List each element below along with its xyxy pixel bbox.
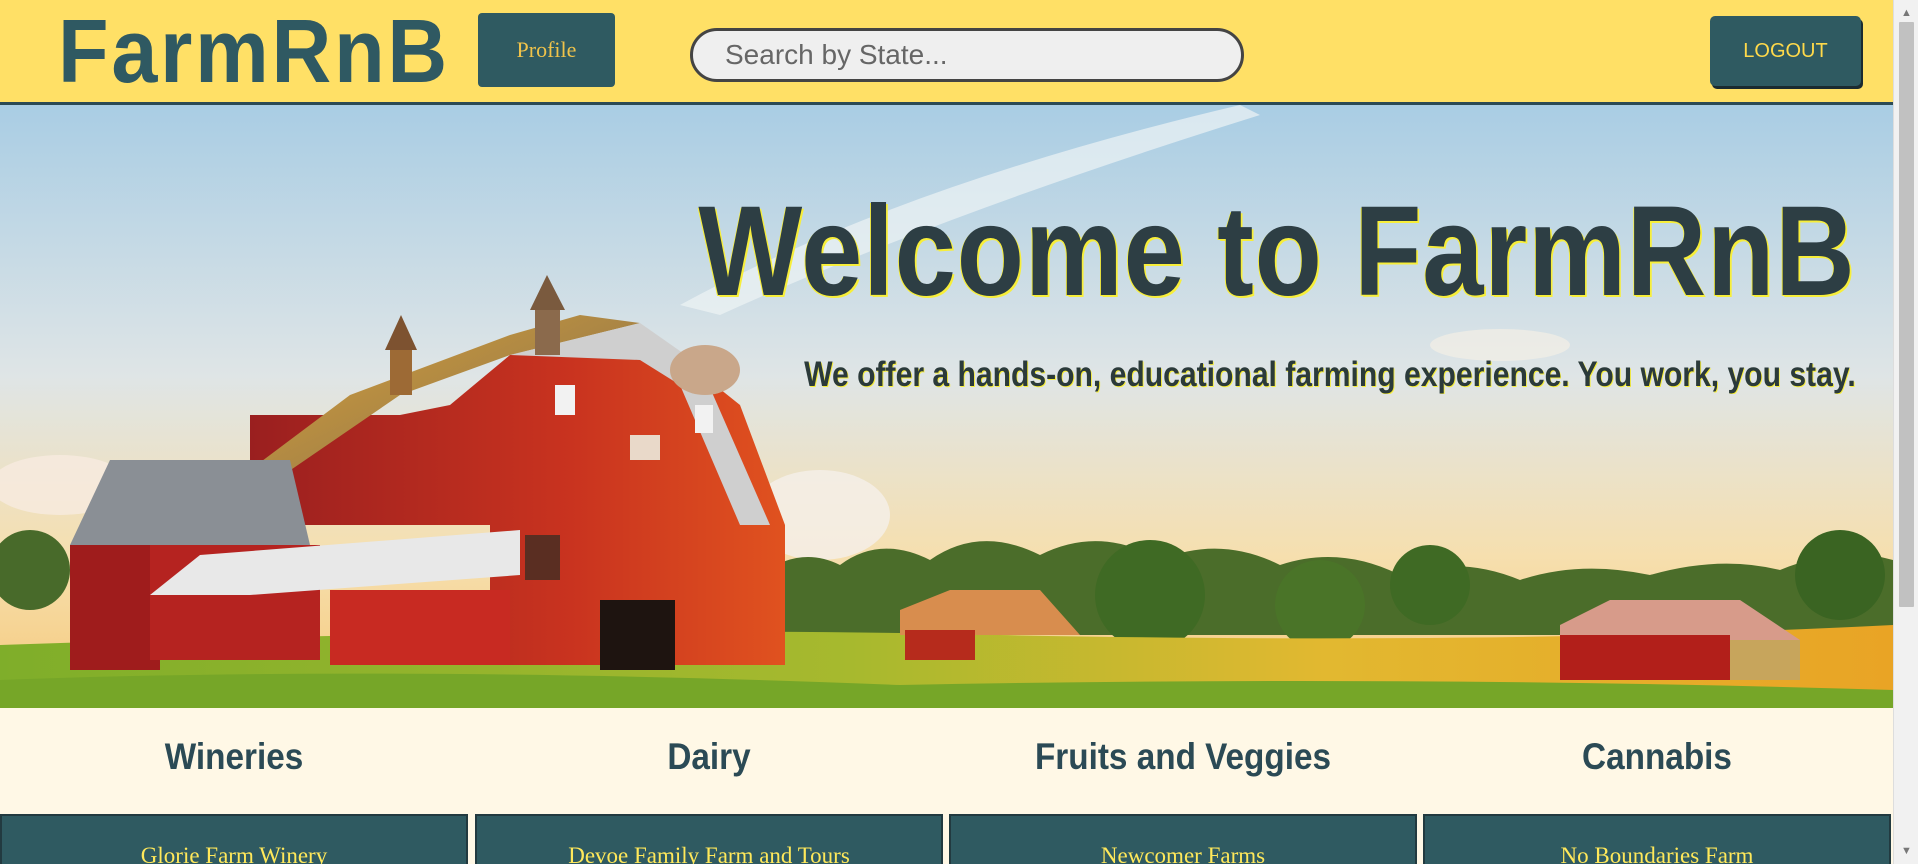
farm-card-name: Devoe Family Farm and Tours [568,843,850,864]
scrollbar-thumb[interactable] [1899,22,1914,607]
farm-card[interactable]: No Boundaries Farm [1423,814,1891,864]
search-box [690,28,1244,82]
category-section: Wineries Glorie Farm Winery Dairy Devoe … [0,708,1893,864]
farm-card-name: Newcomer Farms [1100,843,1266,864]
farm-card[interactable]: Glorie Farm Winery [0,814,468,864]
farm-card-name: No Boundaries Farm [1560,843,1754,864]
category-title: Wineries [164,736,304,777]
triangle-down-icon[interactable]: ▼ [1894,840,1918,862]
category-title: Dairy [667,736,751,777]
farm-card-name: Glorie Farm Winery [140,843,328,864]
vertical-scrollbar[interactable]: ▲ ▼ [1893,0,1918,864]
category-column-wineries: Wineries Glorie Farm Winery [0,708,468,864]
hero-banner: Welcome to FarmRnB We offer a hands-on, … [0,105,1893,708]
category-title: Cannabis [1582,736,1732,777]
triangle-up-icon[interactable]: ▲ [1894,2,1918,24]
farm-card[interactable]: Devoe Family Farm and Tours [475,814,943,864]
brand-logo[interactable]: FarmRnB [58,4,450,100]
search-input[interactable] [693,31,1241,79]
logout-button[interactable]: LOGOUT [1710,16,1861,86]
category-column-fruits-and-veggies: Fruits and Veggies Newcomer Farms [949,708,1417,864]
farm-card[interactable]: Newcomer Farms [949,814,1417,864]
category-column-dairy: Dairy Devoe Family Farm and Tours [475,708,943,864]
hero-subtitle: We offer a hands-on, educational farming… [804,355,1856,394]
category-title: Fruits and Veggies [1034,736,1332,777]
page: FarmRnB Profile LOGOUT [0,0,1918,864]
top-navbar: FarmRnB Profile LOGOUT [0,0,1893,105]
profile-button[interactable]: Profile [478,13,615,87]
category-column-cannabis: Cannabis No Boundaries Farm [1423,708,1891,864]
hero-title: Welcome to FarmRnB [698,180,1856,323]
